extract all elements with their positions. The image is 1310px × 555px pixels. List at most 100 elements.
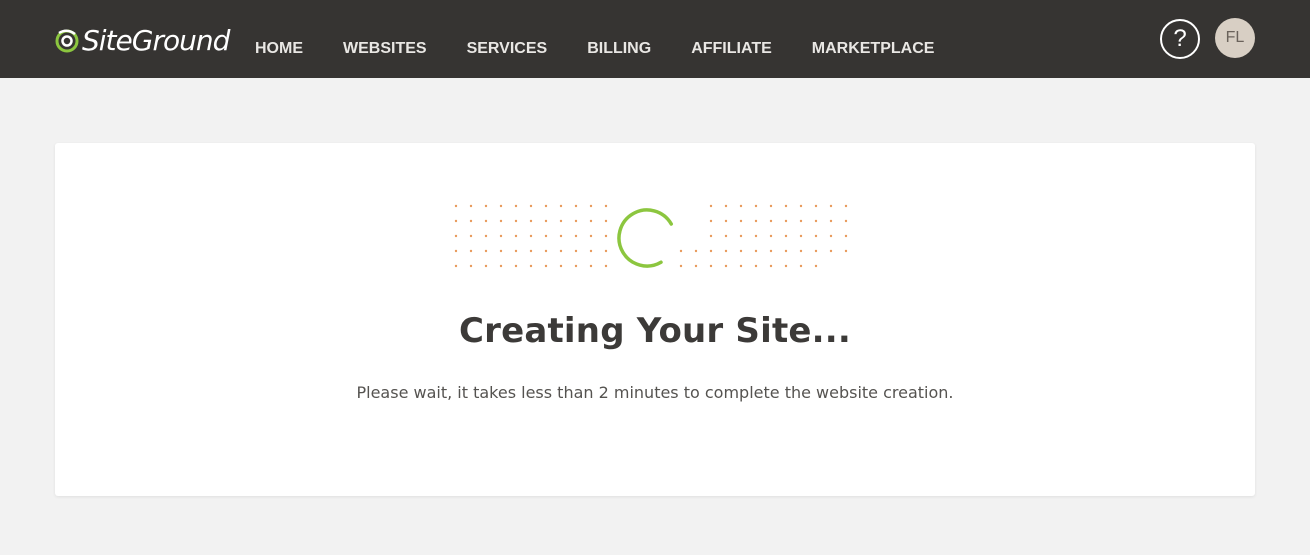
loader-dot bbox=[754, 219, 758, 223]
loader-dot bbox=[784, 234, 788, 238]
loader-dot bbox=[529, 204, 533, 208]
loader-dot bbox=[844, 219, 848, 223]
loader-dot bbox=[544, 219, 548, 223]
loader-dot bbox=[529, 219, 533, 223]
loader-dot bbox=[604, 234, 608, 238]
loader-dot bbox=[724, 219, 728, 223]
loader-dot bbox=[709, 204, 713, 208]
page-subtitle: Please wait, it takes less than 2 minute… bbox=[356, 383, 954, 402]
loader-dot bbox=[844, 249, 848, 253]
loader-dot bbox=[724, 204, 728, 208]
loader-dot bbox=[484, 264, 488, 268]
loader-dot bbox=[739, 249, 743, 253]
nav-websites[interactable]: WEBSITES bbox=[323, 40, 447, 58]
loader-dot bbox=[559, 204, 563, 208]
loader-dot bbox=[574, 204, 578, 208]
loader-dot bbox=[529, 249, 533, 253]
loader-dot bbox=[484, 249, 488, 253]
loader-dot bbox=[514, 234, 518, 238]
loader-dot bbox=[844, 234, 848, 238]
loader-dot bbox=[739, 264, 743, 268]
loader-dot bbox=[784, 219, 788, 223]
loader-dot bbox=[484, 234, 488, 238]
loader-dot bbox=[769, 219, 773, 223]
question-mark-icon: ? bbox=[1173, 25, 1187, 52]
siteground-logo[interactable]: SiteGround bbox=[54, 22, 230, 60]
loader-dot bbox=[484, 219, 488, 223]
loader-dot bbox=[469, 234, 473, 238]
loader-dot bbox=[544, 249, 548, 253]
loader-dot bbox=[814, 249, 818, 253]
help-button[interactable]: ? bbox=[1160, 19, 1200, 59]
loader-dot bbox=[604, 264, 608, 268]
loader-dot bbox=[709, 219, 713, 223]
loader-dot bbox=[769, 234, 773, 238]
loader-dot bbox=[589, 249, 593, 253]
loader-dot bbox=[529, 234, 533, 238]
loader-dot bbox=[754, 234, 758, 238]
loader-dot bbox=[739, 234, 743, 238]
loader-dot bbox=[829, 249, 833, 253]
loader-dot bbox=[589, 234, 593, 238]
nav-affiliate[interactable]: AFFILIATE bbox=[671, 40, 792, 58]
loader-dot bbox=[604, 249, 608, 253]
loader-dot bbox=[469, 219, 473, 223]
site-creation-card: Creating Your Site... Please wait, it ta… bbox=[55, 143, 1255, 496]
spinner-arc bbox=[617, 208, 673, 268]
loader-dot bbox=[799, 264, 803, 268]
loader-dot bbox=[469, 264, 473, 268]
loader-dot bbox=[544, 204, 548, 208]
loader-dot bbox=[709, 234, 713, 238]
loader-dot bbox=[694, 249, 698, 253]
loader-dot bbox=[799, 234, 803, 238]
loader-dot bbox=[514, 219, 518, 223]
nav-home[interactable]: HOME bbox=[235, 40, 323, 58]
loader-dot bbox=[469, 204, 473, 208]
nav-marketplace[interactable]: MARKETPLACE bbox=[792, 40, 955, 58]
loader-dot bbox=[559, 249, 563, 253]
nav-billing[interactable]: BILLING bbox=[567, 40, 671, 58]
loader-dot bbox=[559, 219, 563, 223]
loader-dot bbox=[814, 234, 818, 238]
loader-dot bbox=[454, 264, 458, 268]
loader-dot bbox=[679, 249, 683, 253]
loader-dot bbox=[499, 249, 503, 253]
loader-dot bbox=[589, 204, 593, 208]
loader-dot bbox=[724, 249, 728, 253]
loader-dot bbox=[499, 204, 503, 208]
loader-dot bbox=[679, 264, 683, 268]
user-avatar[interactable]: FL bbox=[1215, 18, 1255, 58]
loader-dot bbox=[484, 204, 488, 208]
loader-dots bbox=[454, 204, 848, 268]
main-nav: HOME WEBSITES SERVICES BILLING AFFILIATE… bbox=[235, 0, 954, 78]
loader-dot bbox=[829, 219, 833, 223]
loader-dot bbox=[784, 204, 788, 208]
loader-dot bbox=[754, 264, 758, 268]
loader-dot bbox=[499, 264, 503, 268]
loader-dot bbox=[529, 264, 533, 268]
loader-dot bbox=[754, 249, 758, 253]
loader-dot bbox=[769, 264, 773, 268]
loader-dot bbox=[799, 249, 803, 253]
loader-dot bbox=[454, 204, 458, 208]
page-title: Creating Your Site... bbox=[458, 311, 852, 351]
loader-dot bbox=[559, 264, 563, 268]
loader-dot bbox=[754, 204, 758, 208]
loader-dot bbox=[544, 234, 548, 238]
siteground-logo-icon bbox=[55, 29, 79, 53]
loader-dot bbox=[454, 219, 458, 223]
loader-dot bbox=[604, 219, 608, 223]
loader-dot bbox=[514, 249, 518, 253]
loader-dot bbox=[724, 234, 728, 238]
loader-dot bbox=[814, 204, 818, 208]
top-navigation-bar: SiteGround HOME WEBSITES SERVICES BILLIN… bbox=[0, 0, 1310, 78]
avatar-initials: FL bbox=[1225, 29, 1245, 46]
loader-dot bbox=[709, 264, 713, 268]
loader-dot bbox=[739, 204, 743, 208]
loader-dot bbox=[814, 219, 818, 223]
loader-dot bbox=[694, 264, 698, 268]
nav-services[interactable]: SERVICES bbox=[447, 40, 568, 58]
logo-text: SiteGround bbox=[82, 24, 230, 57]
loader-dot bbox=[454, 234, 458, 238]
loader-dot bbox=[829, 234, 833, 238]
